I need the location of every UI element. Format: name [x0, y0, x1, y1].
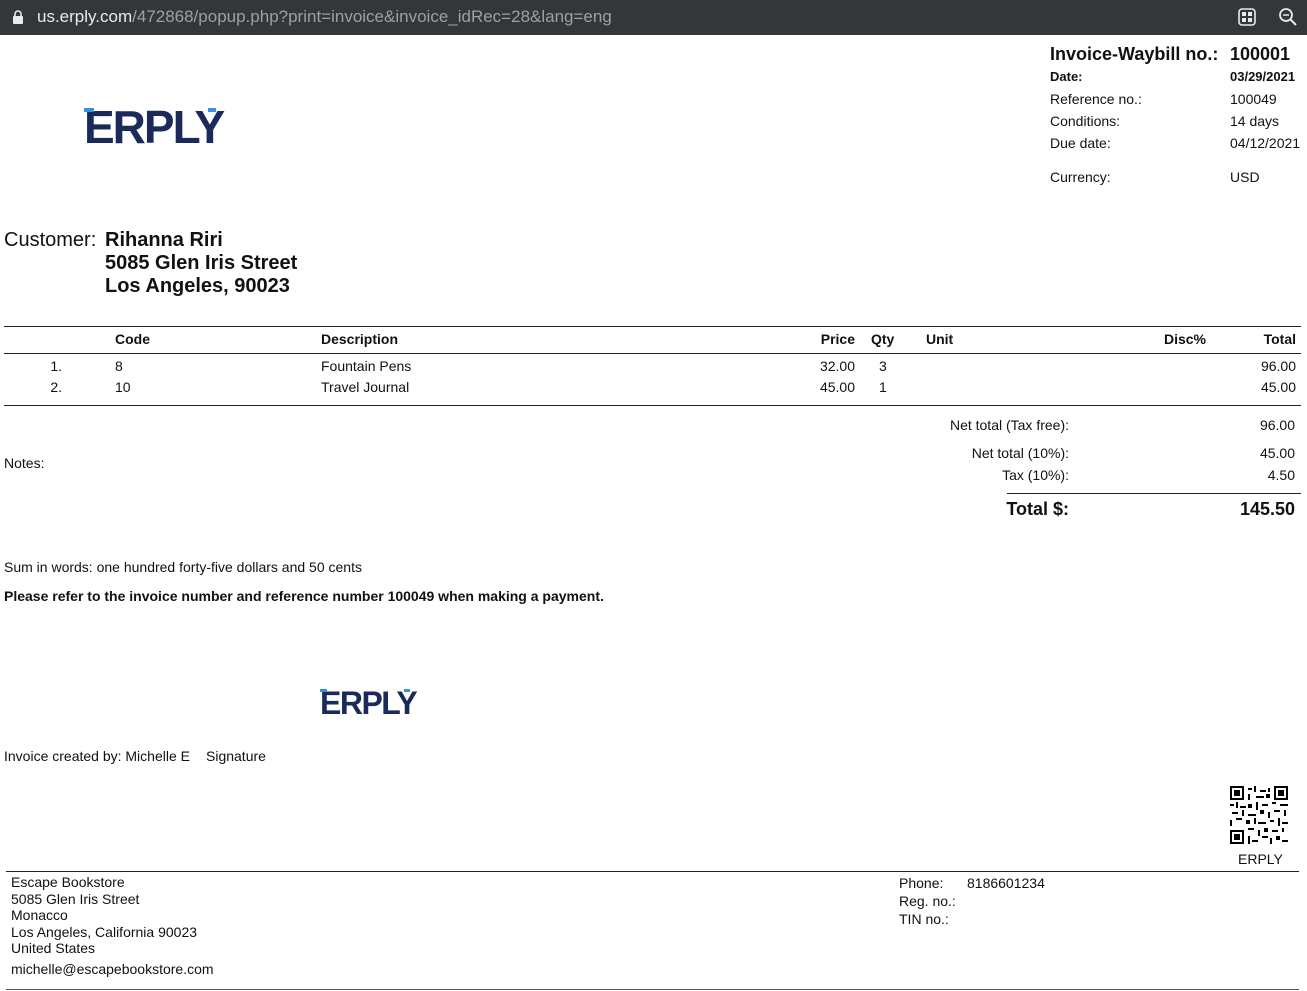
erply-logo: ERPLY	[84, 106, 230, 146]
col-disc: Disc%	[1163, 331, 1206, 347]
tin-label: TIN no.:	[899, 911, 949, 927]
row-code: 10	[115, 379, 131, 395]
invoice-number: 100001	[1230, 44, 1291, 64]
url-host: us.erply.com	[37, 7, 133, 26]
customer-street: 5085 Glen Iris Street	[105, 252, 298, 274]
row-number: 1.	[50, 358, 62, 374]
invoice-title-label: Invoice-Waybill no.:	[1050, 44, 1219, 64]
col-total: Total	[1263, 331, 1296, 347]
notes-label: Notes:	[4, 455, 45, 471]
net-free-value: 96.00	[1259, 417, 1295, 433]
zoom-icon[interactable]	[1278, 7, 1298, 27]
url-path: /472868/popup.php?print=invoice&invoice_…	[132, 7, 612, 26]
currency-label: Currency:	[1050, 169, 1111, 185]
company-country: United States	[11, 940, 96, 956]
footer-bottom-rule	[6, 989, 1299, 990]
net-10-label: Net total (10%):	[971, 445, 1069, 461]
total-label: Total $:	[1006, 499, 1069, 519]
created-by: Invoice created by: Michelle E	[4, 748, 190, 764]
invoice-header: Invoice-Waybill no.: 100001 Date: 03/29/…	[1050, 44, 1300, 190]
lock-icon	[13, 10, 23, 24]
payment-note: Please refer to the invoice number and r…	[4, 588, 604, 604]
row-price: 32.00	[819, 358, 855, 374]
tax-10-label: Tax (10%):	[1002, 467, 1069, 483]
date-label: Date:	[1050, 69, 1083, 84]
tax-10-value: 4.50	[1267, 467, 1295, 483]
browser-address-bar[interactable]: us.erply.com/472868/popup.php?print=invo…	[0, 0, 1307, 35]
net-free-label: Net total (Tax free):	[949, 417, 1069, 433]
net-10-value: 45.00	[1259, 445, 1295, 461]
company-name: Escape Bookstore	[11, 874, 125, 890]
currency-value: USD	[1230, 169, 1260, 185]
phone-label: Phone:	[899, 875, 944, 891]
customer-address: Rihanna Riri 5085 Glen Iris Street Los A…	[105, 229, 297, 298]
table-top-rule	[4, 326, 1301, 327]
row-number: 2.	[50, 379, 62, 395]
row-price: 45.00	[819, 379, 855, 395]
svg-text:ERPLY: ERPLY	[320, 688, 417, 716]
row-qty: 3	[879, 358, 887, 374]
customer-name: Rihanna Riri	[105, 229, 223, 251]
totals-rule	[1007, 493, 1301, 494]
row-total: 45.00	[1260, 379, 1296, 395]
qr-code-icon	[1230, 786, 1288, 844]
qr-label: ERPLY	[1238, 851, 1283, 867]
footer-top-rule	[6, 871, 1299, 872]
row-description: Travel Journal	[321, 379, 410, 395]
total-value: 145.50	[1239, 499, 1295, 519]
row-total: 96.00	[1260, 358, 1296, 374]
row-code: 8	[115, 358, 123, 374]
conditions-value: 14 days	[1230, 113, 1280, 129]
signature-logo: ERPLY	[320, 688, 418, 716]
signature-label: Signature	[206, 748, 266, 764]
col-description: Description	[321, 331, 399, 347]
due-date: 04/12/2021	[1230, 135, 1301, 151]
table-header-rule	[4, 353, 1301, 354]
company-city: Los Angeles, California 90023	[11, 923, 198, 940]
col-qty: Qty	[871, 331, 895, 347]
phone-value: 8186601234	[967, 875, 1045, 891]
col-price: Price	[820, 331, 855, 347]
sum-in-words: Sum in words: one hundred forty-five dol…	[4, 559, 362, 575]
company-street: 5085 Glen Iris Street	[11, 890, 140, 907]
company-contacts: Phone: 8186601234 Reg. no.: TIN no.:	[899, 874, 1045, 928]
svg-text:ERPLY: ERPLY	[84, 106, 224, 146]
company-area: Monacco	[11, 907, 68, 923]
row-qty: 1	[879, 379, 887, 395]
reg-label: Reg. no.:	[899, 893, 956, 909]
customer-label: Customer:	[4, 229, 97, 251]
company-email: michelle@escapebookstore.com	[11, 961, 214, 977]
due-date-label: Due date:	[1050, 135, 1111, 151]
col-unit: Unit	[926, 331, 954, 347]
table-bottom-rule	[4, 405, 1301, 406]
apps-icon[interactable]	[1237, 7, 1257, 27]
conditions-label: Conditions:	[1050, 113, 1121, 129]
url-text[interactable]: us.erply.com/472868/popup.php?print=invo…	[37, 7, 612, 27]
reference-label: Reference no.:	[1050, 91, 1142, 107]
invoice-date: 03/29/2021	[1230, 69, 1296, 84]
col-code: Code	[115, 331, 150, 347]
customer-city: Los Angeles, 90023	[105, 275, 290, 297]
row-description: Fountain Pens	[321, 358, 412, 374]
reference-number: 100049	[1230, 91, 1277, 107]
company-address: Escape Bookstore 5085 Glen Iris Street M…	[11, 874, 197, 957]
